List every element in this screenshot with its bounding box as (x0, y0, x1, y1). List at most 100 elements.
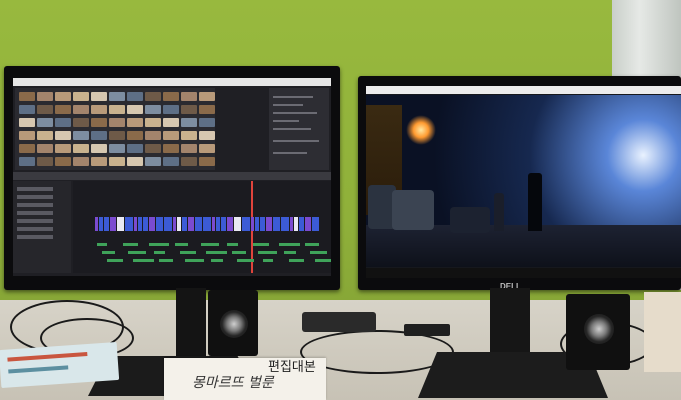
timeline-header (13, 172, 331, 180)
media-thumbnail (163, 131, 179, 140)
media-thumbnail (19, 92, 35, 101)
viewer-title-bar (366, 86, 681, 94)
audio-clip (133, 259, 154, 262)
second-person (494, 193, 504, 231)
audio-clip (237, 259, 254, 262)
audio-clip (310, 251, 327, 254)
media-thumbnail (163, 92, 179, 101)
media-thumbnail (199, 105, 215, 114)
cardboard-box (644, 292, 681, 372)
media-thumbnail (199, 131, 215, 140)
media-thumbnail (37, 157, 53, 166)
audio-clip (315, 259, 331, 262)
media-thumbnail (109, 105, 125, 114)
media-thumbnail (91, 131, 107, 140)
video-clip (164, 217, 172, 231)
audio-clip (305, 243, 319, 246)
video-clip (149, 217, 155, 231)
media-thumbnail (199, 92, 215, 101)
media-thumbnail (73, 92, 89, 101)
left-monitor-screen (13, 78, 331, 276)
video-clip (177, 217, 181, 231)
video-clip (95, 217, 98, 231)
audio-clip (227, 243, 238, 246)
video-clip (281, 217, 289, 231)
audio-clip (232, 251, 246, 254)
editor-menu-bar (13, 78, 331, 86)
media-thumbnail (163, 118, 179, 127)
audio-clip (279, 243, 300, 246)
road (366, 225, 681, 267)
audio-clip (128, 251, 146, 254)
media-thumbnail (181, 118, 197, 127)
media-thumbnail (55, 92, 71, 101)
audio-clip (180, 251, 196, 254)
media-thumbnail (19, 157, 35, 166)
audio-clip (107, 259, 123, 262)
media-thumbnail (73, 118, 89, 127)
media-thumbnail (91, 105, 107, 114)
video-clip (182, 217, 187, 231)
media-thumbnail (19, 118, 35, 127)
media-thumbnail (19, 144, 35, 153)
media-thumbnail (73, 131, 89, 140)
left-speaker (208, 290, 258, 356)
audio-clip (211, 259, 223, 262)
media-thumbnail (109, 157, 125, 166)
usb-hub (302, 312, 376, 332)
video-clip (305, 217, 311, 231)
street-lamp-glow (406, 115, 436, 145)
video-clip (188, 217, 194, 231)
media-thumbnail (163, 157, 179, 166)
media-thumbnail (127, 157, 143, 166)
media-thumbnail (199, 157, 215, 166)
audio-clip (206, 251, 227, 254)
audio-clip (97, 243, 107, 246)
viewer-controls (366, 268, 681, 278)
media-thumbnail (73, 144, 89, 153)
video-clip (216, 217, 220, 231)
media-thumbnail (55, 105, 71, 114)
media-thumbnail (145, 118, 161, 127)
video-clip (203, 217, 211, 231)
media-thumbnail (145, 144, 161, 153)
media-thumbnail (145, 157, 161, 166)
audio-clip (102, 251, 115, 254)
audio-clip (201, 243, 219, 246)
video-clip (255, 217, 259, 231)
video-clip (195, 217, 202, 231)
media-thumbnail (37, 105, 53, 114)
left-monitor-stand (176, 288, 206, 360)
video-clip (273, 217, 280, 231)
video-clip (290, 217, 293, 231)
media-thumbnail (73, 157, 89, 166)
media-thumbnail (145, 131, 161, 140)
video-clip (234, 217, 241, 231)
media-thumbnail (145, 92, 161, 101)
video-clip (294, 217, 298, 231)
video-clip (242, 217, 250, 231)
video-clip (110, 217, 116, 231)
media-thumbnail (37, 144, 53, 153)
video-clip (104, 217, 109, 231)
media-thumbnail (163, 144, 179, 153)
timeline-area (73, 181, 331, 273)
oncoming-car (450, 207, 490, 233)
media-thumbnail (109, 144, 125, 153)
media-thumbnail (19, 131, 35, 140)
media-thumbnail (181, 144, 197, 153)
audio-clip (289, 259, 304, 262)
video-clip (266, 217, 272, 231)
media-thumbnail (127, 105, 143, 114)
media-browser (15, 88, 215, 170)
media-thumbnail (109, 118, 125, 127)
book-title: 편집대본 (268, 360, 316, 375)
audio-clip (258, 251, 277, 254)
video-clip (312, 217, 319, 231)
video-clip (138, 217, 142, 231)
audio-clip (253, 243, 269, 246)
media-thumbnail (127, 92, 143, 101)
audio-clip (263, 259, 273, 262)
media-thumbnail (199, 118, 215, 127)
audio-clip (123, 243, 138, 246)
